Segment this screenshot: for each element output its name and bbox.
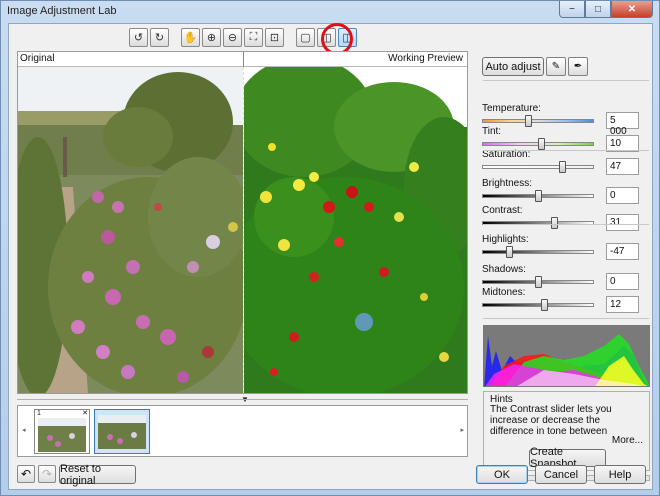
eyedropper-icon: ✎ (551, 61, 561, 72)
original-image (18, 67, 243, 393)
tint-slider[interactable] (482, 138, 594, 150)
black-point-eyedropper-button[interactable]: ✒ (568, 57, 588, 76)
contrast-slider-thumb[interactable] (550, 217, 558, 229)
preview-header: Original Working Preview (18, 52, 467, 67)
midtones-value-field[interactable]: 12 (606, 296, 639, 313)
filmstrip-scroll-left-icon[interactable]: ◂ (22, 426, 26, 434)
saturation-value-field[interactable]: 47 (606, 158, 639, 175)
eyedropper-black-icon: ✒ (573, 61, 583, 72)
shadows-slider-thumb[interactable] (535, 276, 542, 288)
redo-icon: ↷ (41, 467, 53, 481)
rotate-left-button[interactable]: ↺ (129, 28, 148, 47)
reset-to-original-button[interactable]: Reset to original (59, 463, 136, 487)
fit-to-window-button[interactable]: ⛶ (244, 28, 263, 47)
zoom-in-icon: ⊕ (206, 32, 217, 44)
fit-to-window-icon: ⛶ (249, 31, 258, 43)
dialog-client-area: ↺ ↻ ✋ ⊕ ⊖ ⛶ ⊡ ▢ ◫ ◫ Original Working Pre… (8, 23, 653, 490)
minimize-button[interactable]: − (559, 1, 585, 18)
cancel-button[interactable]: Cancel (535, 465, 587, 484)
close-button[interactable]: ✕ (611, 1, 653, 18)
auto-adjust-button[interactable]: Auto adjust (482, 57, 544, 76)
maximize-button[interactable]: □ (585, 1, 611, 18)
single-view-button[interactable]: ▢ (296, 28, 315, 47)
brightness-slider-thumb[interactable] (535, 190, 542, 202)
zoom-out-icon: ⊖ (227, 32, 238, 44)
snapshot-thumbnail-2[interactable] (94, 409, 150, 454)
white-point-eyedropper-button[interactable]: ✎ (546, 57, 566, 76)
ok-button[interactable]: OK (476, 465, 528, 484)
title-bar: Image Adjustment Lab − □ ✕ (1, 1, 659, 23)
single-view-icon: ▢ (300, 32, 311, 44)
snapshot-number: 1 (37, 410, 41, 417)
tint-slider-thumb[interactable] (538, 138, 546, 150)
snapshot-close-icon[interactable]: ✕ (82, 410, 88, 417)
snapshot-filmstrip: ◂ ▸ 1 ✕ (17, 405, 468, 457)
redo-button[interactable]: ↷ (38, 465, 56, 483)
highlights-slider-thumb[interactable] (505, 246, 513, 258)
working-preview-image (244, 67, 467, 393)
actual-size-button[interactable]: ⊡ (265, 28, 284, 47)
actual-size-icon: ⊡ (269, 32, 280, 44)
brightness-slider[interactable] (482, 190, 594, 202)
rotate-right-button[interactable]: ↻ (150, 28, 169, 47)
temperature-label: Temperature: (482, 103, 541, 114)
image-adjustment-lab-window: Image Adjustment Lab − □ ✕ ↺ ↻ ✋ ⊕ ⊖ ⛶ ⊡… (0, 0, 660, 496)
filmstrip-scroll-right-icon[interactable]: ▸ (460, 426, 464, 434)
window-title: Image Adjustment Lab (7, 5, 117, 17)
shadows-slider[interactable] (482, 276, 594, 288)
temperature-slider[interactable] (482, 115, 594, 127)
histogram (483, 325, 650, 387)
tint-label: Tint: (482, 126, 502, 137)
midtones-label: Midtones: (482, 287, 526, 298)
hints-more-link[interactable]: More... (612, 435, 643, 446)
brightness-value-field[interactable]: 0 (606, 187, 639, 204)
zoom-in-button[interactable]: ⊕ (202, 28, 221, 47)
midtones-slider[interactable] (482, 299, 594, 311)
pan-button[interactable]: ✋ (181, 28, 200, 47)
help-button[interactable]: Help (594, 465, 646, 484)
snapshot-image (38, 418, 86, 452)
shadows-value-field[interactable]: 0 (606, 273, 639, 290)
preview-pane: Original Working Preview (17, 51, 468, 394)
hints-text: The Contrast slider lets you increase or… (490, 404, 612, 437)
contrast-label: Contrast: (482, 205, 523, 216)
original-label: Original (20, 53, 55, 64)
brightness-label: Brightness: (482, 178, 533, 189)
contrast-value-field[interactable]: 31 (606, 214, 639, 231)
highlights-value-field[interactable]: -47 (606, 243, 639, 260)
snapshot-image (98, 415, 146, 449)
rotate-right-icon: ↻ (154, 32, 165, 44)
saturation-slider-thumb[interactable] (558, 161, 566, 173)
zoom-out-button[interactable]: ⊖ (223, 28, 242, 47)
highlights-label: Highlights: (482, 234, 529, 245)
snapshot-thumbnail-1[interactable]: 1 ✕ (34, 409, 90, 454)
saturation-slider[interactable] (482, 161, 594, 173)
split-view-divider[interactable] (243, 67, 244, 393)
temperature-value-field[interactable]: 5 000 (606, 112, 639, 137)
temperature-slider-thumb[interactable] (524, 115, 532, 127)
window-controls: − □ ✕ (559, 1, 653, 18)
undo-button[interactable]: ↶ (17, 465, 35, 483)
undo-icon: ↶ (20, 467, 32, 481)
midtones-slider-thumb[interactable] (540, 299, 548, 311)
hints-panel: Hints The Contrast slider lets you incre… (483, 391, 650, 471)
working-preview-label: Working Preview (388, 53, 463, 64)
filmstrip-splitter[interactable] (17, 399, 468, 400)
highlights-slider[interactable] (482, 246, 594, 258)
rotate-left-icon: ↺ (133, 32, 144, 44)
shadows-label: Shadows: (482, 264, 526, 275)
pan-hand-icon: ✋ (183, 32, 198, 44)
